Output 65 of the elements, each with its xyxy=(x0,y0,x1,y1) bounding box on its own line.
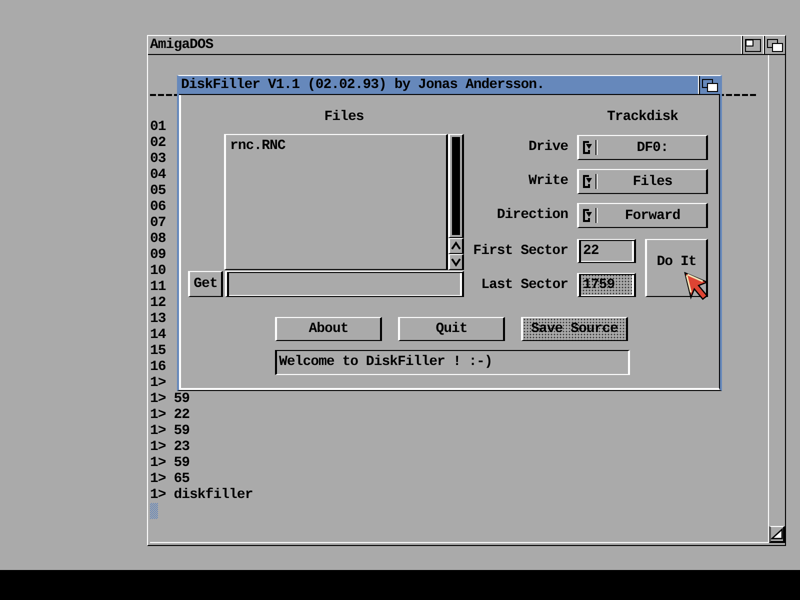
console-line: 03 xyxy=(150,151,166,167)
scroll-up-button[interactable] xyxy=(448,238,464,254)
console-line: 05 xyxy=(150,183,166,199)
console-line: 1> 59 xyxy=(150,455,190,471)
field-label: Write xyxy=(528,172,569,191)
console-line: 06 xyxy=(150,199,166,215)
console-line: 07 xyxy=(150,215,166,231)
section-heading: Files xyxy=(324,109,364,125)
scrollbar-thumb[interactable] xyxy=(452,137,460,235)
file-list[interactable]: rnc.RNC xyxy=(224,134,448,270)
resize-icon xyxy=(771,528,783,540)
field-label: Last Sector xyxy=(481,276,569,295)
nested-squares-icon xyxy=(744,38,760,52)
title-bar[interactable]: AmigaDOS xyxy=(148,36,785,55)
field-label: Drive xyxy=(528,138,569,157)
title-bar[interactable]: DiskFiller V1.1 (02.02.93) by Jonas Andersson. xyxy=(179,76,720,95)
status-field: Welcome to DiskFiller ! :-) xyxy=(275,350,630,375)
depth-gadget[interactable] xyxy=(763,36,785,54)
overlapping-squares-icon xyxy=(702,78,718,92)
cycle-button[interactable]: Files xyxy=(577,169,708,194)
console-line: 1> 22 xyxy=(150,407,190,423)
sector-field[interactable]: 22 xyxy=(577,239,636,263)
action-button[interactable]: Quit xyxy=(398,317,505,341)
cycle-icon xyxy=(581,173,599,190)
console-line: 1> 65 xyxy=(150,471,190,487)
console-line: 1> 59 xyxy=(150,423,190,439)
resize-gadget[interactable] xyxy=(769,526,785,543)
text-cursor xyxy=(150,503,158,519)
cycle-icon xyxy=(581,207,599,224)
console-line: 13 xyxy=(150,311,166,327)
chevron-up-icon xyxy=(451,241,461,251)
console-line: 01 xyxy=(150,119,166,135)
window-title: AmigaDOS xyxy=(149,36,214,54)
file-list-item[interactable]: rnc.RNC xyxy=(228,138,288,154)
mouse-pointer-icon xyxy=(684,272,708,300)
console-line: 1> 59 xyxy=(150,391,190,407)
console-line: 12 xyxy=(150,295,166,311)
do-it-button[interactable]: Do It xyxy=(645,239,708,297)
console-line: 08 xyxy=(150,231,166,247)
overlapping-squares-icon xyxy=(766,38,782,52)
console-line: 11 xyxy=(150,279,166,295)
path-field[interactable] xyxy=(225,271,464,297)
window-title: DiskFiller V1.1 (02.02.93) by Jonas Andersson. xyxy=(180,76,544,94)
console-line: 1> 23 xyxy=(150,439,190,455)
console-line: 1> diskfiller xyxy=(150,487,253,503)
console-line: 10 xyxy=(150,263,166,279)
console-line: 14 xyxy=(150,327,166,343)
cycle-icon xyxy=(581,139,599,156)
console-line: 16 xyxy=(150,359,166,375)
field-label: First Sector xyxy=(473,242,569,261)
console-line: 15 xyxy=(150,343,166,359)
depth-gadget[interactable] xyxy=(698,76,720,94)
chevron-down-icon xyxy=(451,257,461,267)
console-line: 09 xyxy=(150,247,166,263)
console-line: 02 xyxy=(150,135,166,151)
scroll-down-button[interactable] xyxy=(448,254,464,270)
zoom-gadget[interactable] xyxy=(741,36,763,54)
get-button[interactable]: Get xyxy=(188,271,223,297)
field-label: Direction xyxy=(496,206,569,225)
cycle-button[interactable]: DF0: xyxy=(577,135,708,160)
console-line: 04 xyxy=(150,167,166,183)
section-heading: Trackdisk xyxy=(606,109,678,125)
console-line: 1> xyxy=(150,375,166,391)
cycle-button[interactable]: Forward xyxy=(577,203,708,228)
action-button[interactable]: About xyxy=(275,317,382,341)
